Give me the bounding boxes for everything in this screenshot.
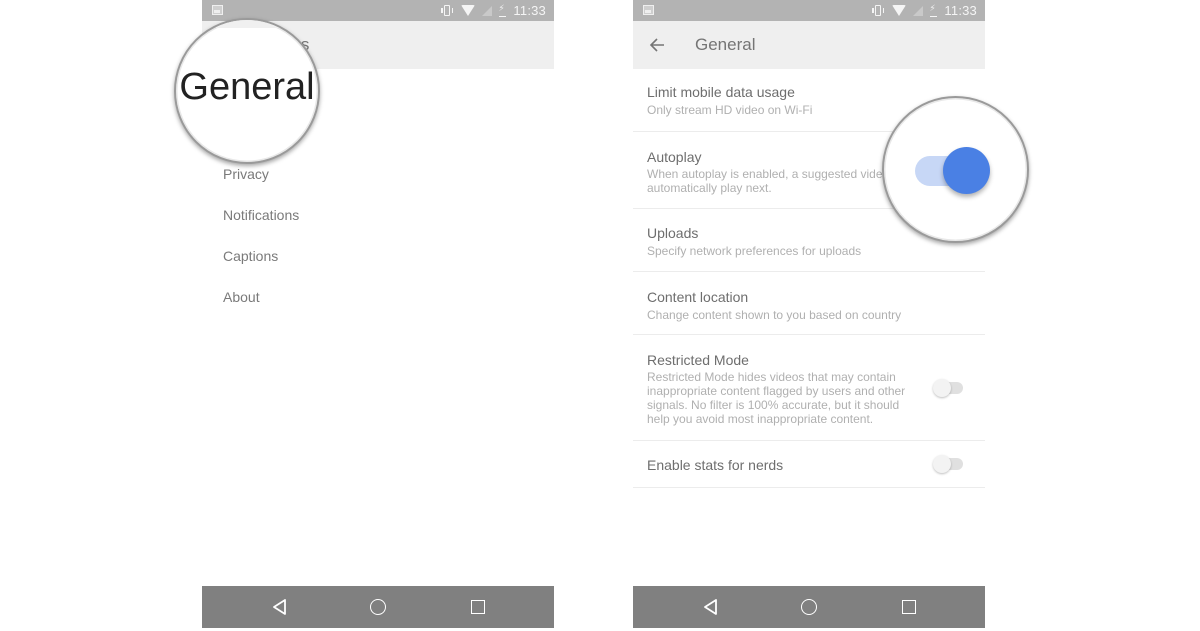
magnified-toolbar <box>216 20 318 28</box>
toggle-knob <box>933 379 951 397</box>
nav-bar <box>633 586 985 628</box>
subtitle-line: automatically play next. <box>647 181 772 195</box>
magnifier-autoplay-toggle <box>882 96 1029 243</box>
toolbar: General <box>633 21 985 69</box>
recents-icon[interactable] <box>902 600 916 614</box>
setting-title: Uploads <box>647 225 699 241</box>
recents-icon[interactable] <box>471 600 485 614</box>
setting-title: Restricted Mode <box>647 352 749 368</box>
setting-title: Content location <box>647 289 749 305</box>
wifi-icon <box>892 5 907 16</box>
battery-charging-icon <box>929 3 938 17</box>
setting-subtitle: When autoplay is enabled, a suggested vi… <box>647 167 887 195</box>
restricted-mode-toggle[interactable] <box>933 379 963 397</box>
subtitle-line: When autoplay is enabled, a suggested vi… <box>647 167 883 181</box>
magnifier-general: General <box>174 18 320 164</box>
wifi-icon <box>461 5 476 16</box>
home-icon[interactable] <box>801 599 817 615</box>
setting-subtitle: Specify network preferences for uploads <box>647 244 862 258</box>
menu-item-privacy[interactable]: Privacy <box>223 166 269 182</box>
battery-charging-icon <box>498 3 507 17</box>
nav-bar <box>202 586 554 628</box>
no-signal-icon <box>482 5 493 16</box>
general-settings-screen: 11:33 General Limit mobile data usage On… <box>633 0 985 628</box>
status-time: 11:33 <box>944 3 977 18</box>
image-icon <box>643 5 654 15</box>
vibrate-icon <box>871 5 885 16</box>
no-signal-icon <box>913 5 924 16</box>
setting-stats-for-nerds[interactable]: Enable stats for nerds <box>633 441 985 488</box>
setting-content-location[interactable]: Content location Change content shown to… <box>633 272 985 335</box>
toggle-knob <box>943 147 990 194</box>
back-icon[interactable] <box>272 599 288 615</box>
setting-subtitle: Change content shown to you based on cou… <box>647 308 902 322</box>
back-icon[interactable] <box>703 599 719 615</box>
setting-subtitle: Restricted Mode hides videos that may co… <box>647 370 906 426</box>
setting-subtitle: Only stream HD video on Wi-Fi <box>647 103 813 117</box>
menu-item-notifications[interactable]: Notifications <box>223 207 299 223</box>
stats-for-nerds-toggle[interactable] <box>933 455 963 473</box>
toggle-knob <box>933 455 951 473</box>
image-icon <box>212 5 223 15</box>
setting-title: Autoplay <box>647 149 702 165</box>
setting-title: Enable stats for nerds <box>647 457 784 473</box>
arrow-left-icon[interactable] <box>649 33 665 57</box>
status-time: 11:33 <box>513 3 546 18</box>
setting-restricted-mode[interactable]: Restricted Mode Restricted Mode hides vi… <box>633 335 985 441</box>
menu-item-captions[interactable]: Captions <box>223 248 278 264</box>
home-icon[interactable] <box>370 599 386 615</box>
setting-title: Limit mobile data usage <box>647 84 795 100</box>
menu-item-about[interactable]: About <box>223 289 260 305</box>
status-bar: 11:33 <box>633 0 985 21</box>
vibrate-icon <box>440 5 454 16</box>
toolbar-title: General <box>695 35 756 54</box>
menu-item-general[interactable]: General <box>176 66 318 109</box>
